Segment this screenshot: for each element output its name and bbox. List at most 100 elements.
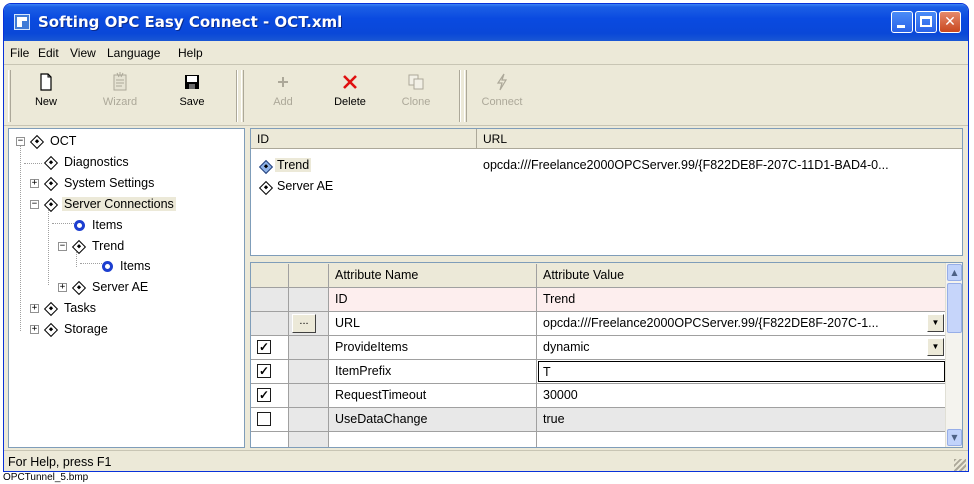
window-title: Softing OPC Easy Connect - OCT.xml [38,13,343,31]
tree-node-trend[interactable]: − Trend [9,237,244,257]
scroll-up-arrow-icon[interactable]: ▲ [947,264,962,281]
tree-node-system-settings[interactable]: + System Settings [9,174,244,194]
connection-list[interactable]: ID URL Trend opcda:///Freelance2000OPCSe… [250,128,963,256]
minimize-button[interactable] [891,11,913,33]
plus-icon [278,77,288,87]
tree-node-tasks[interactable]: + Tasks [9,299,244,319]
status-bar: For Help, press F1 [4,450,968,471]
app-window: Softing OPC Easy Connect - OCT.xml ✕ Fil… [3,3,969,472]
attr-name: ProvideItems [329,336,537,360]
list-column-id[interactable]: ID [251,129,477,149]
grid-row-provideitems[interactable]: ✓ ProvideItems dynamic ▼ [251,336,947,360]
tree-view[interactable]: − OCT Diagnostics + System Settings − Se… [8,128,245,448]
grid-scrollbar[interactable]: ▲ ▼ [945,263,962,447]
expand-icon[interactable]: + [30,304,39,313]
attr-value-cell: T [537,360,947,384]
save-button[interactable]: Save [164,72,220,120]
tree-node-server-ae[interactable]: + Server AE [9,278,244,298]
toolbar: New Wizard Save Add Delete Clone Connect [4,66,968,126]
grid-row-requesttimeout[interactable]: ✓ RequestTimeout 30000 [251,384,947,408]
attr-name: URL [329,312,537,336]
add-button[interactable]: Add [255,72,311,120]
tree-node-storage[interactable]: + Storage [9,320,244,340]
menu-edit[interactable]: Edit [38,46,59,60]
attr-value-combo[interactable]: dynamic ▼ [537,336,947,360]
close-button[interactable]: ✕ [939,11,961,33]
maximize-button[interactable] [915,11,937,33]
menu-view[interactable]: View [70,46,96,60]
attr-value-editor[interactable]: T [538,361,945,382]
list-row[interactable]: Trend opcda:///Freelance2000OPCServer.99… [251,156,962,176]
tree-node-trend-items[interactable]: Items [9,257,244,277]
tree-node-oct[interactable]: − OCT [9,132,244,152]
title-bar[interactable]: Softing OPC Easy Connect - OCT.xml ✕ [4,4,968,41]
clone-button[interactable]: Clone [388,72,444,120]
grid-row-usedatachange[interactable]: UseDataChange true [251,408,947,432]
attr-name [329,432,537,447]
toolbar-grip-3[interactable] [464,70,467,122]
menu-file[interactable]: File [10,46,29,60]
attr-value[interactable]: true [537,408,947,432]
delete-button[interactable]: Delete [322,72,378,120]
connect-button[interactable]: Connect [474,72,530,120]
new-button[interactable]: New [18,72,74,120]
status-text: For Help, press F1 [8,455,112,469]
expand-icon[interactable]: + [30,325,39,334]
scroll-down-arrow-icon[interactable]: ▼ [947,429,962,446]
node-diamond-icon [43,155,59,171]
grid-row-itemprefix[interactable]: ✓ ItemPrefix T [251,360,947,384]
attr-name: ItemPrefix [329,360,537,384]
attr-value [537,432,947,447]
tree-node-diagnostics[interactable]: Diagnostics [9,153,244,173]
node-diamond-icon [71,239,87,255]
collapse-icon[interactable]: − [58,242,67,251]
dropdown-arrow-icon[interactable]: ▼ [927,338,944,356]
expand-icon[interactable]: + [30,179,39,188]
app-icon [14,14,30,30]
list-row[interactable]: Server AE [251,177,962,197]
grid-row-id[interactable]: ID Trend [251,288,947,312]
grid-header-name[interactable]: Attribute Name [329,264,537,288]
toolbar-grip-2[interactable] [241,70,244,122]
tree-node-server-connections[interactable]: − Server Connections [9,195,244,215]
tree-label-server-ae: Server AE [92,280,149,294]
expand-icon[interactable]: + [58,283,67,292]
menu-help[interactable]: Help [178,46,203,60]
list-cell-url: opcda:///Freelance2000OPCServer.99/{F822… [483,158,889,172]
browse-ellipsis-button[interactable]: ... [292,314,316,333]
wizard-button[interactable]: Wizard [92,72,148,120]
grid-button-cell: ... [289,312,329,336]
enable-checkbox[interactable]: ✓ [257,340,271,354]
attribute-grid[interactable]: Attribute Name Attribute Value ID Trend … [250,262,963,448]
attr-value: dynamic [543,340,590,354]
grid-row-url[interactable]: ... URL opcda:///Freelance2000OPCServer.… [251,312,947,336]
items-icon [102,261,113,272]
enable-checkbox[interactable]: ✓ [257,364,271,378]
attr-value[interactable]: Trend [537,288,947,312]
new-document-icon [40,73,52,91]
tree-node-items[interactable]: Items [9,216,244,236]
menu-language[interactable]: Language [107,46,160,60]
wizard-label: Wizard [102,96,138,108]
scroll-thumb[interactable] [947,283,962,333]
attr-value[interactable]: 30000 [537,384,947,408]
collapse-icon[interactable]: − [16,137,25,146]
new-label: New [34,96,57,108]
toolbar-separator-2 [459,70,461,122]
tree-label-trend-items: Items [120,259,151,273]
dropdown-arrow-icon[interactable]: ▼ [927,314,944,332]
grid-header-button [289,264,329,288]
list-header: ID URL [251,129,962,149]
resize-grip-icon[interactable] [954,459,966,471]
collapse-icon[interactable]: − [30,200,39,209]
tree-label-items: Items [92,218,123,232]
node-diamond-icon [43,322,59,338]
node-diamond-icon [43,176,59,192]
list-column-url[interactable]: URL [477,129,962,149]
attr-value-combo[interactable]: opcda:///Freelance2000OPCServer.99/{F822… [537,312,947,336]
toolbar-grip[interactable] [8,70,11,122]
grid-button-cell [289,432,329,447]
grid-header-value[interactable]: Attribute Value [537,264,947,288]
enable-checkbox[interactable] [257,412,271,426]
enable-checkbox[interactable]: ✓ [257,388,271,402]
